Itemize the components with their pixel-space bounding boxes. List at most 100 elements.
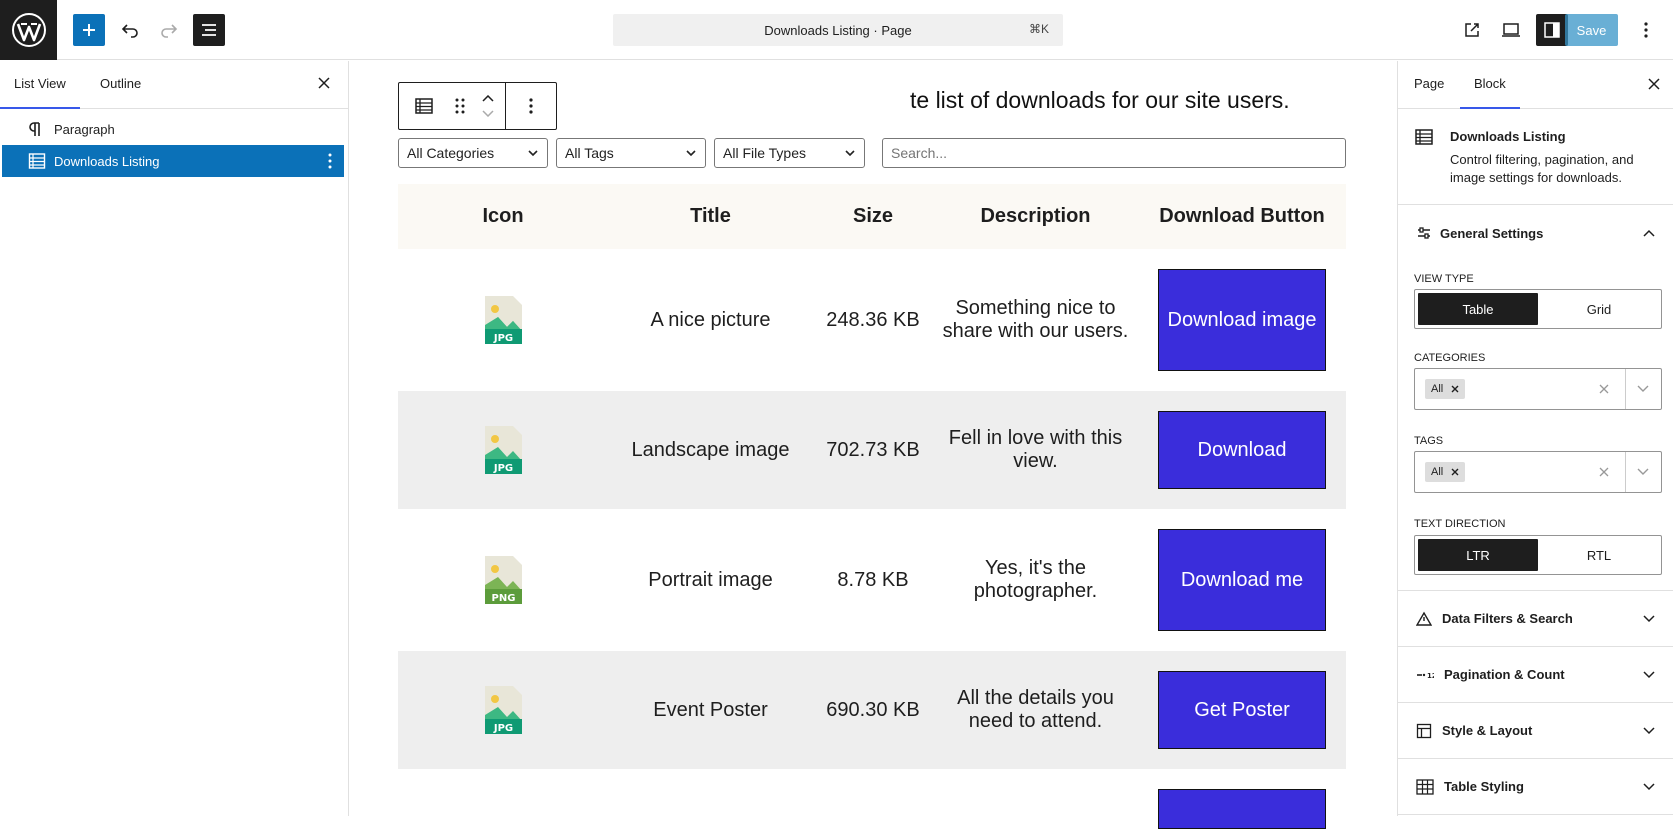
text-direction-ltr-option[interactable]: LTR [1418,539,1538,571]
column-header-download-button: Download Button [1159,205,1325,227]
drag-handle[interactable] [449,83,471,129]
file-type-filter-select[interactable]: All File Types [714,138,865,168]
download-button[interactable]: Download image [1158,269,1326,371]
tags-multiselect[interactable]: All [1414,451,1662,493]
file-type-filter-value: All File Types [723,145,806,161]
download-button[interactable]: Download me [1158,529,1326,631]
layout-icon [1416,723,1432,738]
tag-filter-select[interactable]: All Tags [556,138,706,168]
pagination-panel-header[interactable]: 12 Pagination & Count [1398,647,1673,703]
block-title: Downloads Listing [1450,129,1566,144]
top-toolbar: Downloads Listing · Page ⌘K Save [0,0,1673,60]
list-view-panel: List View Outline Paragraph Downloads Li… [0,61,349,816]
save-button[interactable]: Save [1565,14,1618,46]
chevron-down-icon[interactable] [1637,385,1649,393]
chevron-down-icon[interactable] [1637,468,1649,476]
data-filters-panel-header[interactable]: Data Filters & Search [1398,591,1673,647]
categories-multiselect[interactable]: All [1414,368,1662,410]
more-vertical-icon [1644,22,1648,38]
view-page-button[interactable] [1456,14,1488,46]
chevron-down-icon [686,150,696,157]
settings-tabs: Page Block [1398,61,1673,109]
item-options-button[interactable] [328,153,332,169]
list-item-downloads-listing[interactable]: Downloads Listing [2,145,344,177]
category-filter-select[interactable]: All Categories [398,138,548,168]
table-row: JPG A nice picture 248.36 KB Something n… [398,249,1346,391]
list-item-paragraph[interactable]: Paragraph [2,113,344,145]
style-layout-panel-header[interactable]: Style & Layout [1398,703,1673,759]
file-title: Event Poster [653,698,768,721]
chip-label: All [1431,383,1444,395]
undo-button[interactable] [114,14,146,46]
block-description: Control filtering, pagination, and image… [1450,152,1634,185]
download-button[interactable]: Download [1158,411,1326,489]
file-image-icon: JPG [398,295,608,345]
svg-text:JPG: JPG [493,723,513,734]
text-direction-rtl-option[interactable]: RTL [1539,539,1659,571]
settings-sidebar-toggle[interactable] [1536,14,1568,46]
table-styling-panel-header[interactable]: Table Styling [1398,759,1673,815]
view-type-toggle: Table Grid [1414,289,1662,329]
view-type-table-option[interactable]: Table [1418,293,1538,325]
general-settings-header[interactable]: General Settings [1398,205,1673,261]
panel-title: Table Styling [1444,779,1524,794]
intro-paragraph[interactable]: te list of downloads for our site users. [910,87,1290,114]
tags-label: Tags [1414,435,1444,447]
preview-button[interactable] [1495,14,1527,46]
column-header-title: Title [690,205,731,227]
plus-icon [83,24,95,36]
clear-icon[interactable] [1599,384,1609,394]
close-settings-button[interactable] [1647,77,1661,91]
table-row: JPG Event Poster 690.30 KB All the detai… [398,651,1346,769]
column-header-size: Size [852,205,894,227]
list-item-label: Paragraph [54,121,115,137]
downloads-search-input[interactable] [882,138,1346,168]
chevron-down-icon[interactable] [482,110,494,117]
chip-label: All [1431,466,1444,478]
move-buttons[interactable] [471,83,505,129]
desktop-icon [1502,23,1520,37]
block-options-button[interactable] [506,83,556,129]
document-overview-button[interactable] [193,14,225,46]
remove-chip-icon[interactable] [1451,385,1459,393]
chevron-down-icon [1643,670,1655,678]
block-type-button[interactable] [399,83,449,129]
panel-title: Style & Layout [1442,723,1533,738]
column-header-icon: Icon [482,205,524,227]
chevron-down-icon [845,150,855,157]
redo-button[interactable] [153,14,185,46]
svg-text:JPG: JPG [493,333,513,344]
table-row: JPG Landscape image 702.73 KB Fell in lo… [398,391,1346,509]
document-title-bar[interactable]: Downloads Listing · Page ⌘K [613,14,1063,46]
tag-chip: All [1425,462,1466,482]
chevron-up-icon[interactable] [482,95,494,102]
tab-list-view[interactable]: List View [0,61,80,109]
download-button[interactable]: Get Poster [1158,671,1326,749]
view-type-grid-option[interactable]: Grid [1539,293,1659,325]
tab-outline[interactable]: Outline [100,61,141,109]
paragraph-icon [28,121,54,137]
external-link-icon [1465,23,1479,37]
file-size: 702.73 KB [826,438,920,461]
add-block-button[interactable] [73,14,105,46]
options-menu-button[interactable] [1636,14,1656,46]
clear-icon[interactable] [1599,467,1609,477]
remove-chip-icon[interactable] [1451,468,1459,476]
tab-page[interactable]: Page [1414,61,1444,109]
close-list-view-button[interactable] [316,75,332,91]
file-title: A nice picture [650,308,771,331]
file-title: Portrait image [648,568,773,591]
chevron-down-icon [1643,726,1655,734]
tab-block[interactable]: Block [1460,61,1520,109]
downloads-table: Icon Title Size Description Download But… [398,184,1346,829]
column-header-description: Description [980,205,1091,227]
file-image-icon: JPG [398,685,608,735]
download-button-partial[interactable] [1158,789,1326,829]
svg-text:12: 12 [1427,672,1434,680]
wordpress-logo-button[interactable] [0,0,57,60]
category-filter-value: All Categories [407,145,495,161]
chevron-up-icon [1643,229,1655,237]
table-list-icon [1414,127,1434,147]
chevron-down-icon [1643,782,1655,790]
tag-filter-value: All Tags [565,145,614,161]
